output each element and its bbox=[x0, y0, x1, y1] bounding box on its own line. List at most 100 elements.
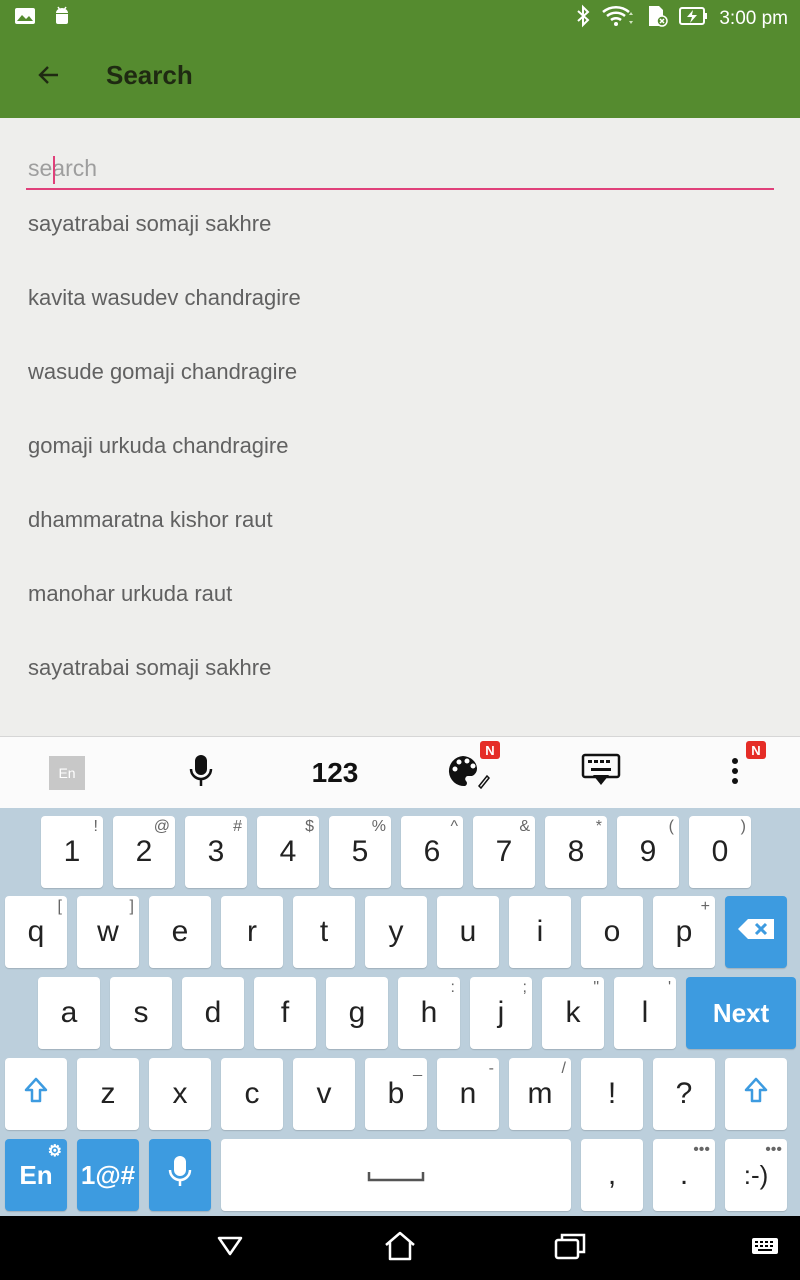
key-5[interactable]: 5% bbox=[329, 816, 391, 888]
hide-keyboard-button[interactable] bbox=[580, 737, 622, 809]
key-9[interactable]: 9( bbox=[617, 816, 679, 888]
shift-key-left[interactable] bbox=[5, 1058, 67, 1130]
key-label: l bbox=[641, 996, 649, 1029]
key-label: 1 bbox=[63, 835, 81, 868]
nav-back-button[interactable] bbox=[210, 1228, 250, 1268]
key-6[interactable]: 6 ^ bbox=[401, 816, 463, 888]
key-j[interactable]: j; bbox=[470, 977, 532, 1049]
key-hint: " bbox=[593, 979, 599, 996]
search-field-container bbox=[26, 148, 774, 190]
key-label: 4 bbox=[279, 835, 297, 868]
key-4[interactable]: 4 $ bbox=[257, 816, 319, 888]
key-label: t bbox=[319, 915, 329, 948]
list-item[interactable]: gomaji urkuda chandragire bbox=[0, 409, 800, 483]
key-o[interactable]: o bbox=[581, 896, 643, 968]
theme-button[interactable]: N bbox=[440, 737, 500, 809]
space-key[interactable] bbox=[221, 1139, 571, 1211]
language-key[interactable]: En ⚙ bbox=[5, 1139, 67, 1211]
key-r[interactable]: r bbox=[221, 896, 283, 968]
key-hint: ; bbox=[522, 979, 527, 996]
back-button[interactable] bbox=[28, 56, 70, 98]
key-0[interactable]: 0) bbox=[689, 816, 751, 888]
key-v[interactable]: v bbox=[293, 1058, 355, 1130]
list-item[interactable]: wasude gomaji chandragire bbox=[0, 335, 800, 409]
key-d[interactable]: d bbox=[182, 977, 244, 1049]
battery-charging-icon bbox=[679, 5, 709, 32]
key-label: d bbox=[204, 996, 222, 1029]
period-key[interactable]: . ••• bbox=[653, 1139, 715, 1211]
period-key-label: . bbox=[679, 1158, 689, 1191]
key-7[interactable]: 7 & bbox=[473, 816, 535, 888]
backspace-key[interactable] bbox=[725, 896, 787, 968]
key-question[interactable]: ? bbox=[653, 1058, 715, 1130]
key-label: g bbox=[348, 996, 366, 1029]
key-z[interactable]: z bbox=[77, 1058, 139, 1130]
microphone-icon bbox=[167, 1154, 193, 1196]
key-l[interactable]: l ' bbox=[614, 977, 676, 1049]
nav-keyboard-button[interactable] bbox=[745, 1228, 785, 1268]
key-b[interactable]: b _ bbox=[365, 1058, 427, 1130]
key-t[interactable]: t bbox=[293, 896, 355, 968]
search-input[interactable] bbox=[26, 148, 774, 188]
key-label: e bbox=[171, 915, 189, 948]
key-c[interactable]: c bbox=[221, 1058, 283, 1130]
key-s[interactable]: s bbox=[110, 977, 172, 1049]
nav-recents-button[interactable] bbox=[550, 1228, 590, 1268]
emoticon-key[interactable]: :-) ••• bbox=[725, 1139, 787, 1211]
recents-icon bbox=[553, 1231, 587, 1266]
key-label: r bbox=[247, 915, 257, 948]
key-y[interactable]: y bbox=[365, 896, 427, 968]
key-label: 6 bbox=[423, 835, 441, 868]
list-item[interactable]: dhammaratna kishor raut bbox=[0, 483, 800, 557]
key-label: w bbox=[97, 915, 119, 948]
key-exclamation[interactable]: ! bbox=[581, 1058, 643, 1130]
key-label: v bbox=[316, 1077, 332, 1110]
mic-key[interactable] bbox=[149, 1139, 211, 1211]
list-item[interactable]: sayatrabai somaji sakhre bbox=[0, 187, 800, 261]
key-label: ! bbox=[607, 1077, 617, 1110]
key-a[interactable]: a bbox=[38, 977, 100, 1049]
key-i[interactable]: i bbox=[509, 896, 571, 968]
voice-input-button[interactable] bbox=[180, 737, 222, 809]
numbers-button[interactable]: 123 bbox=[300, 737, 370, 809]
key-p[interactable]: p + bbox=[653, 896, 715, 968]
key-3[interactable]: 3 # bbox=[185, 816, 247, 888]
key-label: n bbox=[459, 1077, 477, 1110]
key-q[interactable]: q[ bbox=[5, 896, 67, 968]
key-k[interactable]: k " bbox=[542, 977, 604, 1049]
key-label: 8 bbox=[567, 835, 585, 868]
key-m[interactable]: m / bbox=[509, 1058, 571, 1130]
nav-home-button[interactable] bbox=[380, 1228, 420, 1268]
key-u[interactable]: u bbox=[437, 896, 499, 968]
symbols-key[interactable]: 1@# bbox=[77, 1139, 139, 1211]
next-key[interactable]: Next bbox=[686, 977, 796, 1049]
android-debug-icon bbox=[52, 6, 72, 33]
key-hint: $ bbox=[305, 818, 314, 835]
status-bar: 3:00 pm bbox=[0, 0, 800, 36]
key-label: q bbox=[27, 915, 45, 948]
key-e[interactable]: e bbox=[149, 896, 211, 968]
key-n[interactable]: n- bbox=[437, 1058, 499, 1130]
text-cursor bbox=[53, 156, 55, 184]
keyboard-icon bbox=[751, 1235, 779, 1262]
key-label: 0 bbox=[711, 835, 729, 868]
more-options-button[interactable]: N bbox=[720, 737, 766, 809]
key-h[interactable]: h: bbox=[398, 977, 460, 1049]
key-label: 2 bbox=[135, 835, 153, 868]
comma-key[interactable]: , bbox=[581, 1139, 643, 1211]
key-1[interactable]: 1! bbox=[41, 816, 103, 888]
list-item[interactable]: kavita wasudev chandragire bbox=[0, 261, 800, 335]
list-item[interactable]: manohar urkuda raut bbox=[0, 557, 800, 631]
key-w[interactable]: w] bbox=[77, 896, 139, 968]
list-item[interactable]: sayatrabai somaji sakhre bbox=[0, 631, 800, 705]
language-toggle[interactable]: En bbox=[48, 737, 86, 809]
key-x[interactable]: x bbox=[149, 1058, 211, 1130]
key-f[interactable]: f bbox=[254, 977, 316, 1049]
shift-key-right[interactable] bbox=[725, 1058, 787, 1130]
key-g[interactable]: g bbox=[326, 977, 388, 1049]
navigation-bar bbox=[0, 1216, 800, 1280]
key-8[interactable]: 8 * bbox=[545, 816, 607, 888]
key-2[interactable]: 2 @ bbox=[113, 816, 175, 888]
key-hint: ^ bbox=[450, 818, 458, 835]
key-hint: @ bbox=[153, 818, 170, 835]
